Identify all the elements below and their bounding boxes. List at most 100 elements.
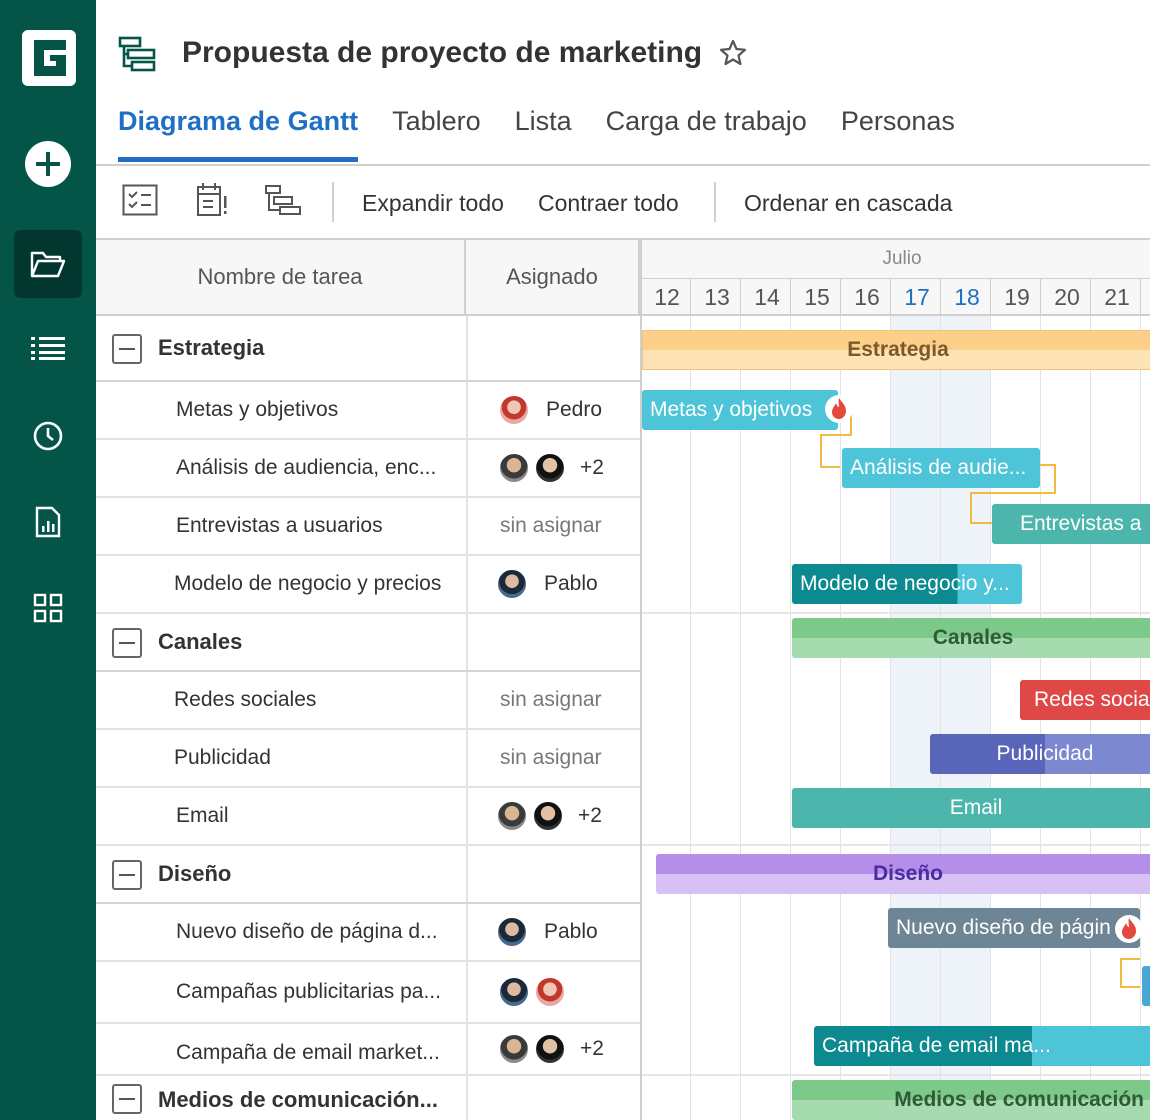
add-icon[interactable] [14, 130, 82, 198]
assignee-cell[interactable]: Pablo [466, 904, 640, 960]
assignee-cell[interactable]: sin asignar [466, 498, 640, 554]
assignee-cell[interactable]: +2 [466, 440, 640, 496]
assignee-cell[interactable] [466, 962, 640, 1022]
group-row[interactable]: Medios de comunicación... [96, 1076, 640, 1120]
task-bar-entrevistas[interactable]: Entrevistas a [992, 504, 1150, 544]
clock-icon[interactable] [14, 402, 82, 470]
sidebar [0, 0, 96, 1120]
more-assignees-count: +2 [580, 1037, 604, 1060]
day-label-highlighted: 17 [904, 284, 930, 310]
avatar [496, 800, 528, 832]
assignee-cell[interactable]: +2 [466, 788, 640, 844]
assignee-column-header[interactable]: Asignado [466, 240, 640, 314]
group-bar-diseno[interactable]: Diseño [656, 854, 1150, 894]
avatar [496, 916, 528, 948]
group-name: Canales [158, 629, 243, 654]
timeline-header: Julio 12 13 14 15 16 17 18 19 20 21 [640, 240, 1150, 316]
task-bar-nuevo-diseno[interactable]: Nuevo diseño de págin [888, 908, 1140, 948]
task-name: Redes sociales [174, 688, 317, 711]
list-icon[interactable] [14, 314, 82, 382]
tab-board[interactable]: Tablero [392, 106, 481, 162]
gantt-view-icon[interactable] [264, 184, 304, 216]
task-row[interactable]: Redes sociales sin asignar [96, 672, 640, 730]
project-header: Propuesta de proyecto de marketing Diagr… [96, 0, 1150, 166]
task-checklist-icon[interactable] [122, 184, 158, 216]
collapse-toggle-icon[interactable] [112, 628, 142, 658]
task-bar-analisis[interactable]: Análisis de audie... [842, 448, 1040, 488]
task-bar-metas[interactable]: Metas y objetivos [642, 390, 838, 430]
grid-line [790, 316, 791, 1120]
more-assignees-count: +2 [578, 804, 602, 827]
collapse-toggle-icon[interactable] [112, 1084, 142, 1114]
day-label: 20 [1054, 284, 1080, 310]
bar-label: Email [949, 796, 1003, 819]
avatar [498, 976, 530, 1008]
task-row[interactable]: Email +2 [96, 788, 640, 846]
bar-label: Nuevo diseño de págin [896, 916, 1111, 939]
collapse-all-button[interactable]: Contraer todo [538, 190, 679, 217]
assignee-name: Pedro [546, 398, 603, 421]
collapse-toggle-icon[interactable] [112, 860, 142, 890]
task-name: Metas y objetivos [176, 398, 339, 421]
group-name: Medios de comunicación... [158, 1087, 438, 1112]
toolbar-divider [714, 182, 716, 222]
assignee-cell[interactable]: Pablo [466, 556, 640, 612]
day-divider [1040, 278, 1041, 314]
expand-all-button[interactable]: Expandir todo [362, 190, 504, 217]
task-row[interactable]: Modelo de negocio y precios Pablo [96, 556, 640, 614]
assignee-cell[interactable]: sin asignar [466, 672, 640, 728]
header-divider [642, 278, 1150, 279]
bar-label: Canales [932, 626, 1014, 649]
grid-header: Nombre de tarea Asignado [96, 240, 640, 316]
app-logo-icon[interactable] [22, 30, 76, 86]
collapse-toggle-icon[interactable] [112, 334, 142, 364]
assignee-cell[interactable]: Pedro [466, 382, 640, 438]
group-bar-estrategia[interactable]: Estrategia [642, 330, 1150, 370]
cascade-sort-button[interactable]: Ordenar en cascada [744, 190, 952, 217]
task-bar-redes[interactable]: Redes socia [1020, 680, 1150, 720]
group-row[interactable]: Estrategia [96, 316, 640, 382]
task-row[interactable]: Metas y objetivos Pedro [96, 382, 640, 440]
task-row[interactable]: Campaña de email market... +2 [96, 1024, 640, 1076]
task-bar-publicidad[interactable]: Publicidad [930, 734, 1150, 774]
bar-label: Campaña de email ma... [822, 1034, 1051, 1057]
task-row[interactable]: Análisis de audiencia, enc... +2 [96, 440, 640, 498]
dependency-connector [820, 446, 840, 468]
star-icon[interactable] [718, 38, 748, 68]
day-divider [1090, 278, 1091, 314]
task-row[interactable]: Nuevo diseño de página d... Pablo [96, 904, 640, 962]
day-label: 13 [704, 284, 730, 310]
group-row[interactable]: Canales [96, 614, 640, 672]
calendar-alert-icon[interactable] [196, 182, 228, 218]
avatar [496, 568, 528, 600]
tab-people[interactable]: Personas [841, 106, 955, 162]
task-bar-campana-email[interactable]: Campaña de email ma... [814, 1026, 1150, 1066]
dependency-connector [970, 506, 992, 524]
group-divider [642, 844, 1150, 846]
day-divider [740, 278, 741, 314]
assignee-cell[interactable]: +2 [466, 1024, 640, 1074]
apps-grid-icon[interactable] [14, 574, 82, 642]
group-row[interactable]: Diseño [96, 846, 640, 904]
avatar [498, 1033, 530, 1065]
task-bar-modelo[interactable]: Modelo de negocio y... [792, 564, 1022, 604]
assignee-cell[interactable]: sin asignar [466, 730, 640, 786]
tab-workload[interactable]: Carga de trabajo [606, 106, 807, 162]
group-bar-medios[interactable]: Medios de comunicación [792, 1080, 1150, 1120]
task-row[interactable]: Campañas publicitarias pa... [96, 962, 640, 1024]
avatar [532, 800, 564, 832]
task-row[interactable]: Entrevistas a usuarios sin asignar [96, 498, 640, 556]
group-bar-canales[interactable]: Canales [792, 618, 1150, 658]
gantt-timeline: Estrategia Metas y objetivos Análisis de… [640, 316, 1150, 1120]
task-bar-email[interactable]: Email [792, 788, 1150, 828]
tab-gantt[interactable]: Diagrama de Gantt [118, 106, 359, 162]
task-bar-campanas[interactable] [1142, 966, 1150, 1006]
task-row[interactable]: Publicidad sin asignar [96, 730, 640, 788]
view-tabs: Diagrama de Gantt Tablero Lista Carga de… [118, 106, 989, 162]
tab-list[interactable]: Lista [515, 106, 572, 162]
task-name: Publicidad [174, 746, 271, 769]
projects-folder-icon[interactable] [14, 230, 82, 298]
task-name-column-header[interactable]: Nombre de tarea [96, 240, 466, 314]
day-label: 12 [654, 284, 680, 310]
report-icon[interactable] [14, 488, 82, 556]
